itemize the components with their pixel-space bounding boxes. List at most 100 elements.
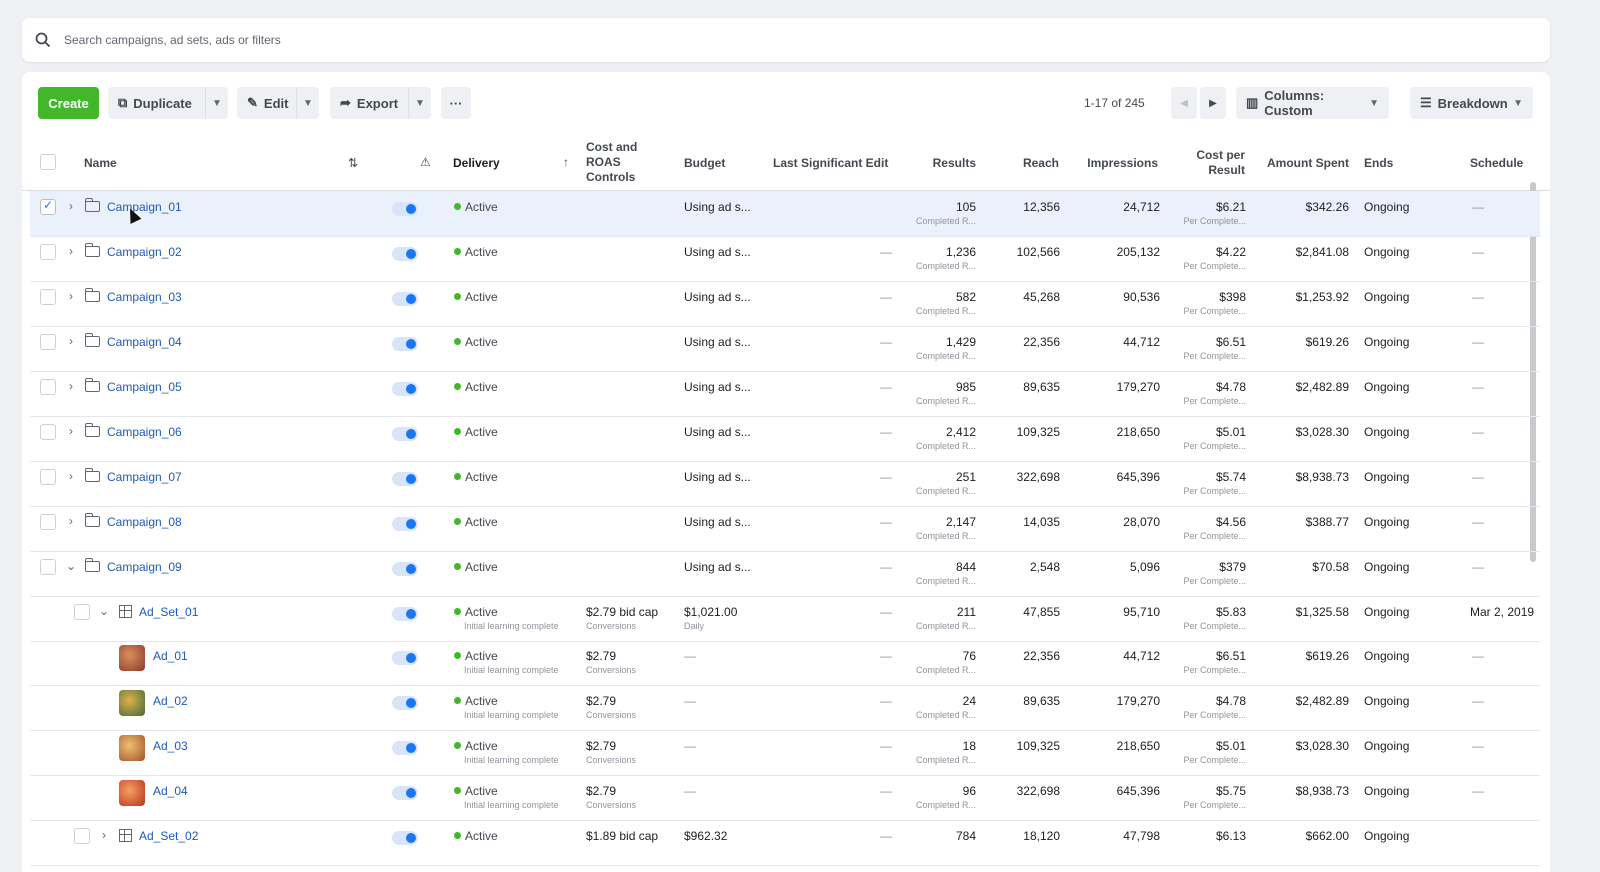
- campaign-name-link[interactable]: Campaign_03: [107, 290, 182, 304]
- select-all-checkbox[interactable]: [40, 154, 56, 170]
- row-checkbox[interactable]: [40, 334, 56, 350]
- chevron-down-icon[interactable]: ⌄: [98, 604, 110, 618]
- prev-page-icon[interactable]: ◀: [1171, 87, 1197, 119]
- campaign-row[interactable]: › Campaign_01 Active Using ad s... 105Comple…: [30, 191, 1540, 237]
- row-checkbox[interactable]: [40, 514, 56, 530]
- status-toggle[interactable]: [392, 382, 418, 396]
- row-checkbox[interactable]: [74, 604, 90, 620]
- row-checkbox[interactable]: [40, 198, 56, 215]
- row-checkbox[interactable]: [40, 424, 56, 440]
- export-dropdown-icon[interactable]: ▼: [409, 98, 431, 109]
- row-checkbox[interactable]: [40, 559, 56, 575]
- budget: Using ad s...: [684, 470, 751, 484]
- campaign-row[interactable]: › Campaign_05 Active Using ad s... — 985 Compl…: [30, 371, 1540, 417]
- status-toggle[interactable]: [392, 786, 418, 800]
- header-amount-spent[interactable]: Amount Spent: [1252, 156, 1349, 171]
- export-button[interactable]: ➦ Export ▼: [330, 87, 431, 119]
- duplicate-button[interactable]: ⧉ Duplicate ▼: [108, 87, 228, 119]
- ad-set-row[interactable]: ⌄ Ad_Set_01 Active Initial learning complet…: [30, 596, 1540, 642]
- status-toggle[interactable]: [392, 472, 418, 486]
- columns-button[interactable]: ▥ Columns: Custom ▼: [1236, 87, 1389, 119]
- campaign-row[interactable]: › Campaign_02 Active Using ad s... — 1,236 Com…: [30, 236, 1540, 282]
- header-results[interactable]: Results: [912, 156, 976, 171]
- campaign-row[interactable]: › Campaign_08 Active Using ad s... — 2,147 Com…: [30, 506, 1540, 552]
- status-toggle[interactable]: [392, 741, 418, 755]
- sort-icon[interactable]: ⇅: [348, 156, 358, 171]
- header-delivery[interactable]: Delivery: [453, 156, 500, 171]
- create-button[interactable]: Create: [38, 87, 99, 119]
- results: 18 Completed R...: [915, 739, 976, 765]
- header-cost-controls[interactable]: Cost and ROAS Controls: [586, 140, 656, 185]
- ends: Ongoing: [1364, 245, 1410, 259]
- next-page-icon[interactable]: ▶: [1200, 87, 1226, 119]
- header-reach[interactable]: Reach: [1002, 156, 1059, 171]
- campaign-name-link[interactable]: Campaign_08: [107, 515, 182, 529]
- chevron-right-icon[interactable]: ›: [65, 199, 77, 213]
- search-bar[interactable]: Search campaigns, ad sets, ads or filter…: [22, 18, 1550, 62]
- status-toggle[interactable]: [392, 517, 418, 531]
- header-cost-per-result[interactable]: Cost per Result: [1182, 148, 1245, 178]
- campaign-row[interactable]: › Campaign_04 Active Using ad s... — 1,429 Com…: [30, 326, 1540, 372]
- status-toggle[interactable]: [392, 247, 418, 261]
- ad-name-link[interactable]: Ad_03: [153, 739, 188, 753]
- chevron-right-icon[interactable]: ›: [65, 334, 77, 348]
- header-ends[interactable]: Ends: [1364, 156, 1393, 171]
- status-toggle[interactable]: [392, 337, 418, 351]
- status-toggle[interactable]: [392, 202, 418, 216]
- status-toggle[interactable]: [392, 696, 418, 710]
- chevron-right-icon[interactable]: ›: [65, 469, 77, 483]
- header-schedule[interactable]: Schedule: [1470, 156, 1523, 171]
- campaign-row[interactable]: › Campaign_06 Active Using ad s... — 2,412 Com…: [30, 416, 1540, 462]
- status-toggle[interactable]: [392, 292, 418, 306]
- ad-set-name-link[interactable]: Ad_Set_01: [139, 605, 198, 619]
- campaign-name-link[interactable]: Campaign_07: [107, 470, 182, 484]
- row-checkbox[interactable]: [40, 244, 56, 260]
- ad-name-link[interactable]: Ad_02: [153, 694, 188, 708]
- ad-row[interactable]: Ad_03 Active Initial learning complete $2.7…: [30, 730, 1540, 776]
- header-last-edit[interactable]: Last Significant Edit: [773, 156, 888, 171]
- row-checkbox[interactable]: [74, 828, 90, 844]
- campaign-row[interactable]: ⌄ Campaign_09 Active Using ad s... — 844 Compl…: [30, 551, 1540, 597]
- chevron-right-icon[interactable]: ›: [98, 828, 110, 842]
- row-checkbox[interactable]: [40, 379, 56, 395]
- more-options-button[interactable]: ···: [441, 87, 471, 119]
- header-budget[interactable]: Budget: [684, 156, 725, 171]
- chevron-right-icon[interactable]: ›: [65, 379, 77, 393]
- campaign-name-link[interactable]: Campaign_02: [107, 245, 182, 259]
- campaign-name-link[interactable]: Campaign_06: [107, 425, 182, 439]
- edit-button[interactable]: ✎ Edit ▼: [237, 87, 319, 119]
- chevron-right-icon[interactable]: ›: [65, 424, 77, 438]
- chevron-right-icon[interactable]: ›: [65, 289, 77, 303]
- edit-dropdown-icon[interactable]: ▼: [297, 98, 319, 109]
- campaign-name-link[interactable]: Campaign_01: [107, 200, 182, 214]
- status-toggle[interactable]: [392, 607, 418, 621]
- duplicate-dropdown-icon[interactable]: ▼: [206, 98, 228, 109]
- ad-row[interactable]: Ad_02 Active Initial learning complete $2.7…: [30, 685, 1540, 731]
- sort-ascending-icon[interactable]: ↑: [563, 155, 569, 170]
- status-toggle[interactable]: [392, 831, 418, 845]
- row-checkbox[interactable]: [40, 469, 56, 485]
- breakdown-button[interactable]: ☰ Breakdown ▼: [1410, 87, 1533, 119]
- row-checkbox[interactable]: [40, 289, 56, 305]
- campaign-name-link[interactable]: Campaign_09: [107, 560, 182, 574]
- ad-name-link[interactable]: Ad_04: [153, 784, 188, 798]
- campaign-name-link[interactable]: Campaign_04: [107, 335, 182, 349]
- ad-set-row[interactable]: › Ad_Set_02 Active $1.89 bid cap $962.32 — 784…: [30, 820, 1540, 866]
- status-toggle[interactable]: [392, 427, 418, 441]
- campaign-name-link[interactable]: Campaign_05: [107, 380, 182, 394]
- status-toggle[interactable]: [392, 562, 418, 576]
- budget: —: [684, 694, 696, 708]
- ad-row[interactable]: Ad_01 Active Initial learning complete $2.7…: [30, 640, 1540, 686]
- ad-set-name-link[interactable]: Ad_Set_02: [139, 829, 198, 843]
- ad-row[interactable]: Ad_04 Active Initial learning complete $2.7…: [30, 775, 1540, 821]
- header-name[interactable]: Name: [84, 156, 117, 171]
- chevron-right-icon[interactable]: ›: [65, 244, 77, 258]
- header-impressions[interactable]: Impressions: [1072, 156, 1158, 171]
- chevron-right-icon[interactable]: ›: [65, 514, 77, 528]
- chevron-down-icon[interactable]: ⌄: [65, 559, 77, 573]
- campaign-row[interactable]: › Campaign_03 Active Using ad s... — 582 Compl…: [30, 281, 1540, 327]
- search-input[interactable]: Search campaigns, ad sets, ads or filter…: [64, 33, 281, 47]
- status-toggle[interactable]: [392, 651, 418, 665]
- ad-name-link[interactable]: Ad_01: [153, 649, 188, 663]
- campaign-row[interactable]: › Campaign_07 Active Using ad s... — 251 Compl…: [30, 461, 1540, 507]
